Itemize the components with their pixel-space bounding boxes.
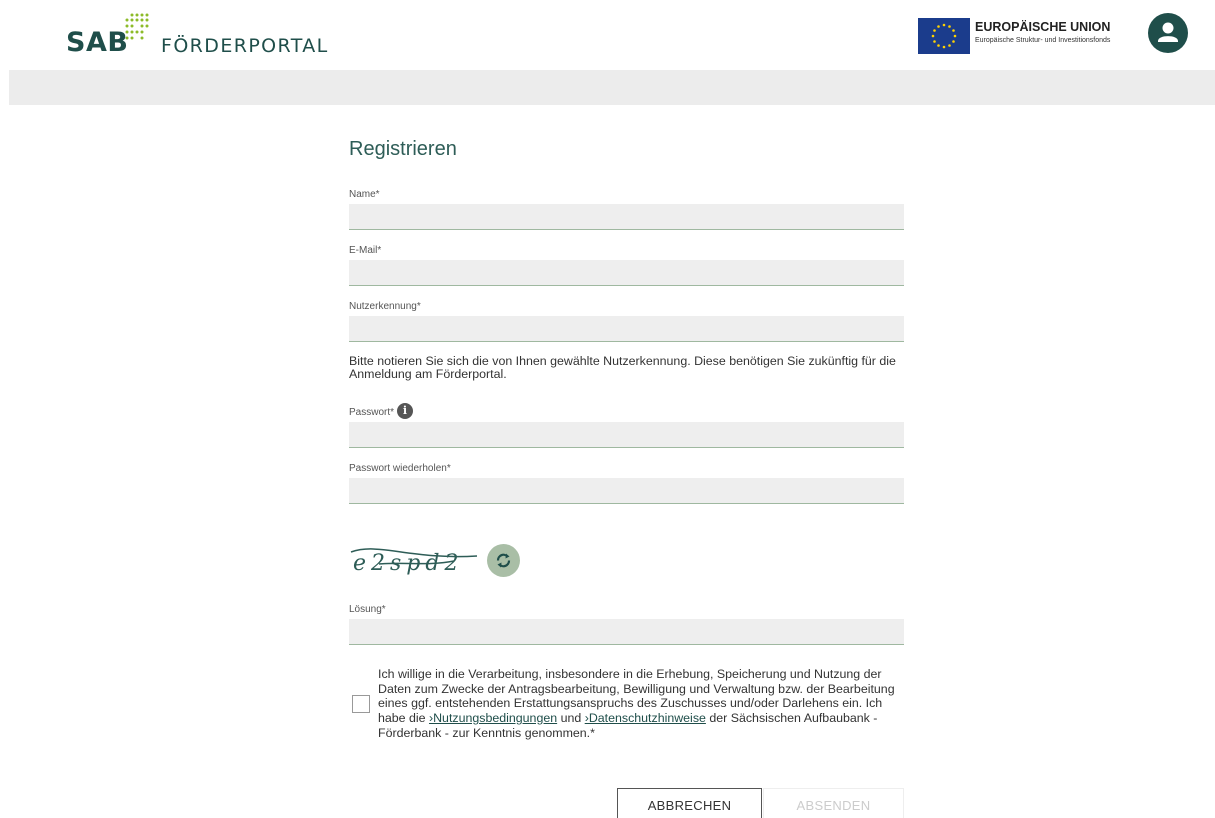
eu-badge: EUROPÄISCHE UNION Europäische Struktur- …: [918, 18, 1138, 54]
email-input[interactable]: [349, 260, 904, 286]
password-repeat-input[interactable]: [349, 478, 904, 504]
privacy-link[interactable]: ›Datenschutzhinweise: [585, 711, 706, 725]
info-icon[interactable]: i: [397, 403, 413, 419]
name-input[interactable]: [349, 204, 904, 230]
username-input[interactable]: [349, 316, 904, 342]
email-label: E-Mail*: [349, 245, 382, 256]
logo-portal-text: FÖRDERPORTAL: [161, 35, 329, 57]
logo-dots-icon: [125, 13, 149, 40]
password-label: Passwort*: [349, 407, 395, 418]
username-hint: Bitte notieren Sie sich die von Ihnen ge…: [349, 354, 896, 381]
captcha-image: e2spd2: [350, 548, 478, 576]
eu-subtitle: Europäische Struktur- und Investitionsfo…: [975, 37, 1111, 44]
terms-link[interactable]: ›Nutzungsbedingungen: [429, 711, 557, 725]
cancel-button[interactable]: ABBRECHEN: [617, 788, 762, 818]
consent-text: Ich willige in die Verarbeitung, insbeso…: [378, 667, 908, 741]
eu-flag-icon: [918, 18, 970, 54]
navigation-bar: [9, 70, 1215, 105]
page-title: Registrieren: [349, 138, 457, 160]
solution-input[interactable]: [349, 619, 904, 645]
header: SAB FÖRDERPORTAL EUROPÄISCHE UNION Europ…: [0, 0, 1215, 70]
eu-title: EUROPÄISCHE UNION: [975, 20, 1111, 34]
password-repeat-label: Passwort wiederholen*: [349, 463, 451, 474]
name-label: Name*: [349, 189, 380, 200]
consent-text-part2: und: [557, 711, 585, 726]
password-input[interactable]: [349, 422, 904, 448]
submit-button[interactable]: ABSENDEN: [763, 788, 904, 818]
solution-label: Lösung*: [349, 604, 386, 615]
refresh-icon: [496, 553, 511, 568]
logo-sab-text: SAB: [66, 27, 129, 58]
sab-logo[interactable]: SAB FÖRDERPORTAL: [66, 12, 336, 58]
user-avatar-button[interactable]: [1148, 13, 1188, 53]
captcha-refresh-button[interactable]: [487, 544, 520, 577]
username-label: Nutzerkennung*: [349, 301, 421, 312]
consent-checkbox[interactable]: [352, 695, 370, 713]
user-icon: [1158, 22, 1178, 42]
